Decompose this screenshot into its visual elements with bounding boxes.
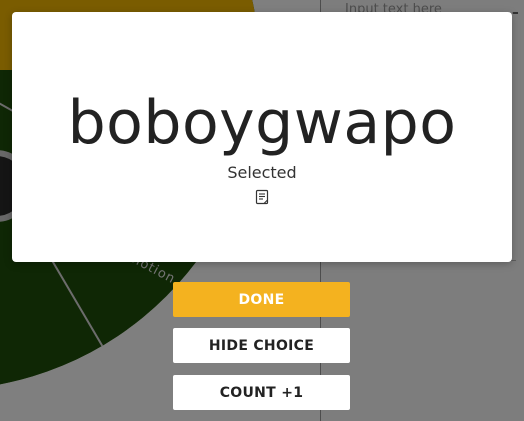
note-icon[interactable] bbox=[254, 189, 270, 205]
done-button[interactable]: DONE bbox=[173, 282, 350, 317]
count-plus-one-button[interactable]: COUNT +1 bbox=[173, 375, 350, 410]
winner-modal: boboygwapo Selected bbox=[12, 12, 512, 262]
winner-name: boboygwapo bbox=[67, 88, 457, 158]
hide-choice-button[interactable]: HIDE CHOICE bbox=[173, 328, 350, 363]
selected-label: Selected bbox=[227, 163, 297, 182]
